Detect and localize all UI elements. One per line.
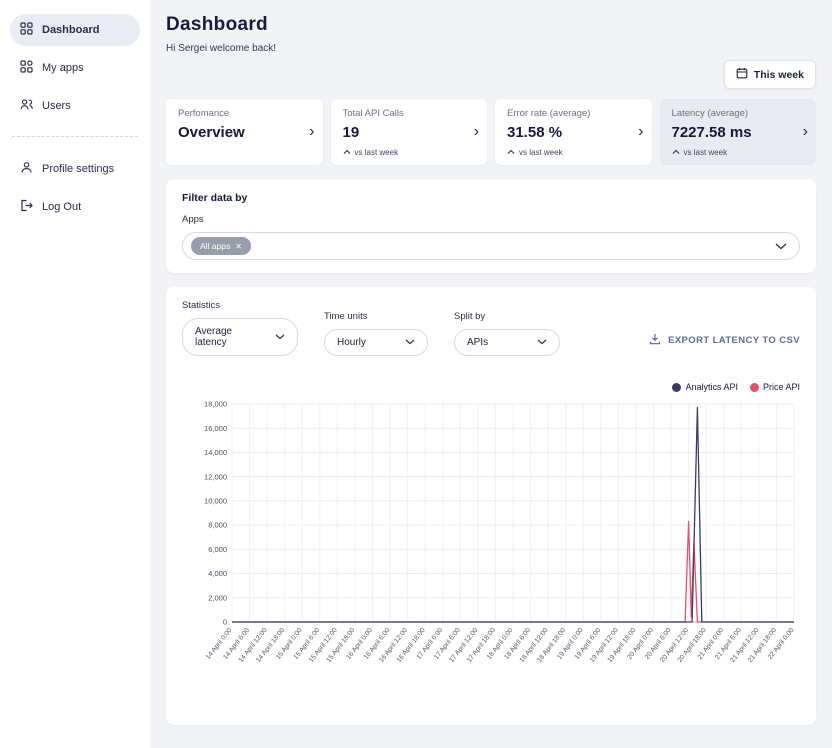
svg-text:16,000: 16,000 xyxy=(204,424,227,433)
sidebar-item-label: Dashboard xyxy=(42,24,99,36)
time-units-control: Time units Hourly xyxy=(324,311,428,356)
stat-card-value: Overview xyxy=(178,124,313,141)
sidebar-divider xyxy=(12,136,138,137)
stat-cards-row: Perfomance Overview › Total API Calls 19… xyxy=(166,99,816,165)
filter-panel-title: Filter data by xyxy=(182,192,800,204)
apps-field-label: Apps xyxy=(182,214,800,225)
sidebar-item-label: Users xyxy=(42,100,71,112)
legend-item-price-api[interactable]: Price API xyxy=(750,382,800,392)
page-subtitle: Hi Sergei welcome back! xyxy=(166,43,816,54)
chevron-right-icon: › xyxy=(474,124,479,140)
logout-icon xyxy=(20,199,33,215)
trend-up-icon xyxy=(343,148,351,157)
split-by-select[interactable]: APIs xyxy=(454,329,560,356)
users-icon xyxy=(20,98,33,114)
sidebar-item-log-out[interactable]: Log Out xyxy=(10,191,140,223)
stat-card-label: Error rate (average) xyxy=(507,108,642,119)
chevron-right-icon: › xyxy=(638,124,643,140)
export-latency-csv-button[interactable]: EXPORT LATENCY TO CSV xyxy=(649,333,800,356)
filter-panel: Filter data by Apps All apps ✕ xyxy=(166,179,816,273)
apps-multiselect-input[interactable]: All apps ✕ xyxy=(182,232,800,260)
svg-text:10,000: 10,000 xyxy=(204,496,227,505)
stat-card-total-api-calls[interactable]: Total API Calls 19 vs last week › xyxy=(331,99,488,165)
chevron-down-icon xyxy=(405,337,415,348)
statistics-label: Statistics xyxy=(182,300,298,311)
stat-card-label: Latency (average) xyxy=(672,108,807,119)
stat-card-performance[interactable]: Perfomance Overview › xyxy=(166,99,323,165)
svg-text:4,000: 4,000 xyxy=(208,569,227,578)
sidebar-item-users[interactable]: Users xyxy=(10,90,140,122)
chip-close-icon[interactable]: ✕ xyxy=(235,242,242,251)
page-title: Dashboard xyxy=(166,14,816,36)
chevron-down-icon xyxy=(775,237,787,255)
sidebar: Dashboard My apps Users xyxy=(0,0,150,748)
sidebar-item-label: Profile settings xyxy=(42,163,114,175)
chevron-down-icon xyxy=(537,337,547,348)
trend-up-icon xyxy=(507,148,515,157)
svg-text:8,000: 8,000 xyxy=(208,521,227,530)
trend-up-icon xyxy=(672,148,680,157)
stat-card-value: 7227.58 ms xyxy=(672,124,807,141)
chart-legend: Analytics API Price API xyxy=(182,382,800,392)
stat-card-compare: vs last week xyxy=(519,148,563,157)
stat-card-value: 19 xyxy=(343,124,478,141)
this-week-button[interactable]: This week xyxy=(724,60,816,89)
main-content: Dashboard Hi Sergei welcome back! This w… xyxy=(150,0,832,748)
svg-text:14,000: 14,000 xyxy=(204,448,227,457)
stat-card-error-rate[interactable]: Error rate (average) 31.58 % vs last wee… xyxy=(495,99,652,165)
chart-svg: 0 2,000 4,000 6,000 8,000 10,000 12,000 14,000 1… xyxy=(182,394,800,706)
chevron-down-icon xyxy=(275,332,285,343)
all-apps-chip[interactable]: All apps ✕ xyxy=(191,237,251,255)
legend-item-analytics-api[interactable]: Analytics API xyxy=(672,382,738,392)
dashboard-grid-icon xyxy=(20,22,33,38)
latency-line-chart: 0 2,000 4,000 6,000 8,000 10,000 12,000 14,000 1… xyxy=(182,394,800,711)
statistics-control: Statistics Average latency xyxy=(182,300,298,356)
svg-text:12,000: 12,000 xyxy=(204,472,227,481)
stat-card-compare: vs last week xyxy=(355,148,399,157)
stat-card-value: 31.58 % xyxy=(507,124,642,141)
sidebar-item-label: My apps xyxy=(42,62,84,74)
split-by-control: Split by APIs xyxy=(454,311,560,356)
time-units-label: Time units xyxy=(324,311,428,322)
chevron-right-icon: › xyxy=(309,124,314,140)
svg-text:0: 0 xyxy=(223,618,227,627)
svg-text:6,000: 6,000 xyxy=(208,545,227,554)
split-by-label: Split by xyxy=(454,311,560,322)
app-window: Dashboard My apps Users xyxy=(0,0,832,748)
profile-icon xyxy=(20,161,33,177)
sidebar-item-label: Log Out xyxy=(42,201,81,213)
stat-card-latency[interactable]: Latency (average) 7227.58 ms vs last wee… xyxy=(660,99,817,165)
stat-card-compare: vs last week xyxy=(684,148,728,157)
statistics-panel: Statistics Average latency Time units Ho… xyxy=(166,287,816,725)
legend-dot-price xyxy=(750,383,759,392)
download-icon xyxy=(649,333,661,348)
sidebar-item-profile-settings[interactable]: Profile settings xyxy=(10,153,140,185)
statistics-select[interactable]: Average latency xyxy=(182,318,298,356)
stat-card-label: Total API Calls xyxy=(343,108,478,119)
apps-grid-icon xyxy=(20,60,33,76)
svg-text:2,000: 2,000 xyxy=(208,593,227,602)
time-units-select[interactable]: Hourly xyxy=(324,329,428,356)
sidebar-item-dashboard[interactable]: Dashboard xyxy=(10,14,140,46)
svg-text:18,000: 18,000 xyxy=(204,400,227,409)
chevron-right-icon: › xyxy=(803,124,808,140)
legend-dot-analytics xyxy=(672,383,681,392)
sidebar-item-my-apps[interactable]: My apps xyxy=(10,52,140,84)
stat-card-label: Perfomance xyxy=(178,108,313,119)
calendar-icon xyxy=(736,67,748,82)
